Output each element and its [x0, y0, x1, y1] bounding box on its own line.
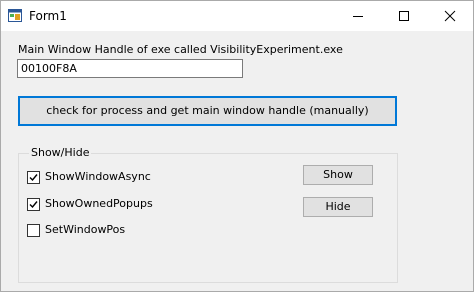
groupbox-title: Show/Hide — [29, 146, 92, 160]
close-icon — [444, 10, 456, 22]
handle-label: Main Window Handle of exe called Visibil… — [18, 43, 343, 56]
minimize-icon — [353, 16, 363, 17]
handle-textbox[interactable]: 00100F8A — [17, 59, 243, 78]
checkbox-label: ShowWindowAsync — [45, 170, 151, 183]
title-bar[interactable]: Form1 — [1, 1, 473, 31]
check-icon — [29, 174, 38, 182]
window-title: Form1 — [29, 9, 67, 23]
checkbox-box[interactable] — [27, 171, 40, 184]
check-process-button[interactable]: check for process and get main window ha… — [18, 96, 397, 126]
minimize-button[interactable] — [335, 1, 381, 31]
checkbox-box[interactable] — [27, 224, 40, 237]
show-button[interactable]: Show — [303, 165, 373, 185]
form-client-area: Main Window Handle of exe called Visibil… — [1, 31, 473, 291]
checkbox-label: SetWindowPos — [45, 223, 126, 236]
app-icon — [8, 9, 22, 22]
check-icon — [29, 201, 38, 209]
maximize-icon — [399, 11, 409, 21]
hide-button[interactable]: Hide — [303, 197, 373, 217]
form-window: Form1 Main Window Handle of exe called V… — [0, 0, 474, 292]
checkbox-label: ShowOwnedPopups — [45, 197, 153, 210]
checkbox-box[interactable] — [27, 198, 40, 211]
maximize-button[interactable] — [381, 1, 427, 31]
close-button[interactable] — [427, 1, 473, 31]
